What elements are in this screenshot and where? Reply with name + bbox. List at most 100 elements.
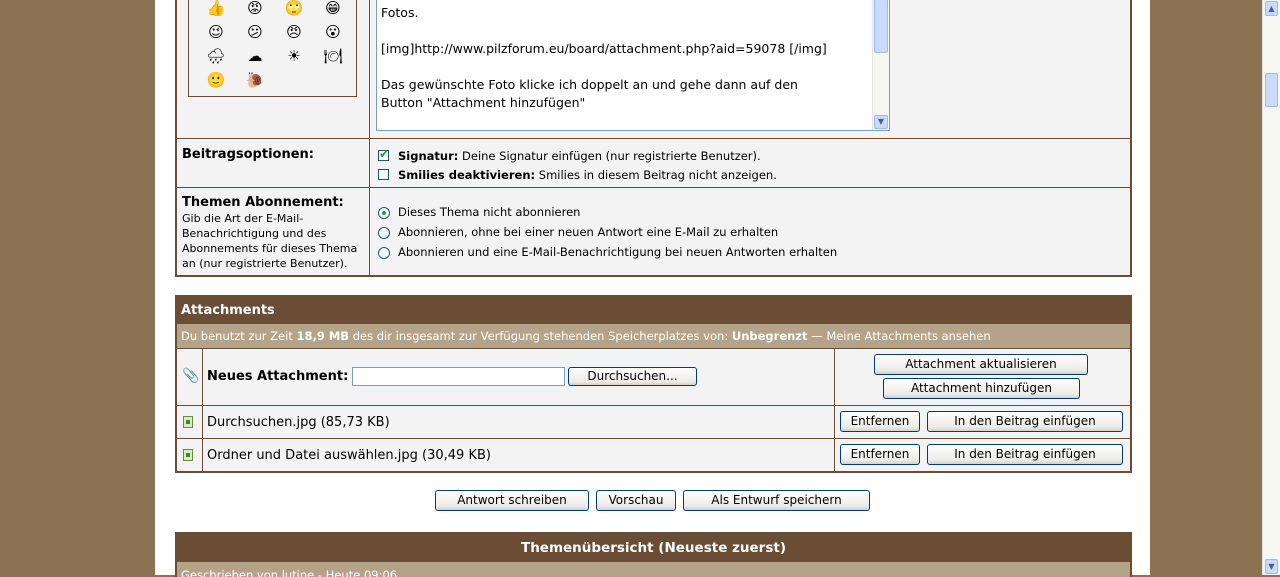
- attachments-info-pre: Du benutzt zur Zeit: [181, 329, 293, 343]
- subscription-label-cell: Themen Abonnement: Gib die Art der E-Mai…: [177, 188, 370, 276]
- confused-smiley-icon[interactable]: 😕: [245, 22, 265, 42]
- subscription-cell: Dieses Thema nicht abonnieren Abonnieren…: [370, 188, 1130, 276]
- chevron-down-icon[interactable]: ▼: [1265, 559, 1278, 574]
- file-name-cell: Ordner und Datei auswählen.jpg (30,49 KB…: [203, 439, 835, 471]
- message-line: Fotos.: [381, 5, 419, 20]
- plate-cutlery-icon[interactable]: 🍽: [323, 46, 343, 66]
- disable-smilies-checkbox[interactable]: [378, 169, 389, 180]
- add-attachment-button[interactable]: Attachment hinzufügen: [883, 378, 1080, 399]
- remove-attachment-button[interactable]: Entfernen: [840, 411, 920, 432]
- post-form-table: 👍 😡 🙄 😁 😉 😕 😠 😮 🌧 ☁ ☀ 🍽 🙂 🐌 Fotos. [img]http://www.pi…: [175, 0, 1132, 277]
- thumbs-up-smiley-icon[interactable]: 👍: [206, 0, 226, 18]
- subscription-description-line: Abonnements für dieses Thema: [182, 242, 358, 255]
- thread-overview-table: Themenübersicht (Neueste zuerst) Geschri…: [175, 532, 1132, 577]
- message-cell: Fotos. [img]http://www.pilzforum.eu/boar…: [370, 0, 1130, 138]
- rain-cloud-icon[interactable]: 🌧: [206, 46, 226, 66]
- attachments-table: Attachments Du benutzt zur Zeit 18,9 MB …: [175, 295, 1132, 473]
- file-icon-cell: [177, 406, 203, 438]
- paperclip-icon: 📎: [182, 368, 200, 384]
- smilies-box: 👍 😡 🙄 😁 😉 😕 😠 😮 🌧 ☁ ☀ 🍽 🙂 🐌: [188, 0, 357, 97]
- preview-button[interactable]: Vorschau: [596, 490, 676, 511]
- mad-smiley-icon[interactable]: 😠: [284, 22, 304, 42]
- message-scrollbar[interactable]: ▼: [872, 0, 889, 130]
- message-scroll-thumb[interactable]: [874, 0, 888, 53]
- subscription-description-line: Gib die Art der E-Mail-: [182, 212, 304, 225]
- attachments-info-sep: —: [811, 329, 823, 343]
- update-attachment-button[interactable]: Attachment aktualisieren: [874, 354, 1088, 375]
- subscription-description: Gib die Art der E-Mail- Benachrichtigung…: [182, 211, 357, 271]
- rolleyes-smiley-icon[interactable]: 🙄: [284, 0, 304, 18]
- attachment-row: Ordner und Datei auswählen.jpg (30,49 KB…: [177, 439, 1130, 471]
- surprised-smiley-icon[interactable]: 😮: [323, 22, 343, 42]
- new-attachment-cell: Neues Attachment: Durchsuchen...: [203, 349, 835, 405]
- cloud-icon[interactable]: ☁: [245, 46, 265, 66]
- subscription-radio-no-email[interactable]: [378, 227, 390, 239]
- sun-icon[interactable]: ☀: [284, 46, 304, 66]
- attachment-file-input[interactable]: [352, 367, 565, 386]
- subscription-option: Dieses Thema nicht abonnieren: [398, 205, 581, 219]
- post-options-label: Beitragsoptionen:: [182, 147, 314, 162]
- my-attachments-link[interactable]: Meine Attachments ansehen: [826, 329, 990, 343]
- attachments-info: Du benutzt zur Zeit 18,9 MB des dir insg…: [177, 324, 1130, 349]
- insert-attachment-button[interactable]: In den Beitrag einfügen: [927, 411, 1123, 432]
- message-line: Button "Attachment hinzufügen": [381, 95, 586, 110]
- window-scrollbar[interactable]: ▲ ▼: [1262, 0, 1280, 575]
- file-actions-cell: Entfernen In den Beitrag einfügen: [835, 406, 1130, 438]
- file-icon-cell: [177, 439, 203, 471]
- image-file-icon: [183, 449, 193, 461]
- attachments-limit: Unbegrenzt: [731, 329, 808, 343]
- signature-checkbox[interactable]: ✔: [378, 147, 390, 161]
- subscription-description-line: an (nur registrierte Benutzer).: [182, 257, 348, 270]
- attachment-row: Durchsuchen.jpg (85,73 KB) Entfernen In …: [177, 406, 1130, 439]
- angry-red-smiley-icon[interactable]: 😡: [245, 0, 265, 18]
- disable-smilies-option-text: Smilies in diesem Beitrag nicht anzeigen…: [538, 168, 777, 182]
- browse-button[interactable]: Durchsuchen...: [568, 367, 697, 386]
- new-attachment-actions: Attachment aktualisieren Attachment hinz…: [835, 349, 1130, 405]
- attachment-file-name[interactable]: Ordner und Datei auswählen.jpg (30,49 KB…: [207, 448, 491, 463]
- checkmark-icon: ✔: [379, 147, 390, 161]
- save-draft-button[interactable]: Als Entwurf speichern: [683, 490, 870, 511]
- insert-attachment-button[interactable]: In den Beitrag einfügen: [927, 444, 1123, 465]
- subscription-radio-email[interactable]: [378, 247, 390, 259]
- signature-option-bold: Signatur:: [398, 149, 459, 163]
- subscription-option: Abonnieren, ohne bei einer neuen Antwort…: [398, 225, 779, 239]
- attachments-info-mid: des dir insgesamt zur Verfügung stehende…: [352, 329, 729, 343]
- wink-smiley-icon[interactable]: 😉: [206, 22, 226, 42]
- subscription-option: Abonnieren und eine E-Mail-Benachrichtig…: [398, 245, 838, 259]
- reply-button[interactable]: Antwort schreiben: [435, 490, 589, 511]
- window-scroll-thumb[interactable]: [1265, 73, 1278, 107]
- paperclip-cell: 📎: [177, 349, 203, 405]
- snail-icon[interactable]: 🐌: [245, 70, 265, 90]
- figure-smiley-icon[interactable]: 🙂: [206, 70, 226, 90]
- chevron-down-icon[interactable]: ▼: [874, 115, 888, 129]
- post-options-label-cell: Beitragsoptionen:: [177, 139, 370, 188]
- attachments-used: 18,9 MB: [296, 329, 350, 343]
- signature-option-text: Deine Signatur einfügen (nur registriert…: [462, 149, 761, 163]
- attachments-title: Attachments: [181, 303, 275, 318]
- attachments-header: Attachments: [177, 297, 1130, 324]
- image-file-icon: [183, 416, 193, 428]
- file-name-cell: Durchsuchen.jpg (85,73 KB): [203, 406, 835, 438]
- subscription-radio-none[interactable]: [378, 207, 390, 219]
- file-actions-cell: Entfernen In den Beitrag einfügen: [835, 439, 1130, 471]
- grin-smiley-icon[interactable]: 😁: [323, 0, 343, 18]
- smilies-cell: 👍 😡 🙄 😁 😉 😕 😠 😮 🌧 ☁ ☀ 🍽 🙂 🐌: [177, 0, 370, 138]
- new-attachment-row: 📎 Neues Attachment: Durchsuchen... Attac…: [177, 349, 1130, 406]
- post-options-row: Beitragsoptionen: ✔ Signatur: Deine Sign…: [177, 138, 1130, 188]
- chevron-up-icon[interactable]: ▲: [1265, 1, 1278, 16]
- subscription-row: Themen Abonnement: Gib die Art der E-Mai…: [177, 187, 1130, 276]
- message-textarea[interactable]: Fotos. [img]http://www.pilzforum.eu/boar…: [376, 0, 890, 131]
- thread-overview-header: Themenübersicht (Neueste zuerst): [177, 534, 1130, 562]
- signature-option: Signatur: Deine Signatur einfügen (nur r…: [398, 149, 761, 163]
- post-options-cell: ✔ Signatur: Deine Signatur einfügen (nur…: [370, 139, 1130, 188]
- message-line: Das gewünschte Foto klicke ich doppelt a…: [381, 77, 798, 92]
- subscription-label: Themen Abonnement:: [182, 195, 344, 210]
- subscription-description-line: Benachrichtigung und des: [182, 227, 327, 240]
- disable-smilies-option: Smilies deaktivieren: Smilies in diesem …: [398, 168, 777, 182]
- remove-attachment-button[interactable]: Entfernen: [840, 444, 920, 465]
- message-line: [img]http://www.pilzforum.eu/board/attac…: [381, 41, 827, 56]
- message-row: 👍 😡 🙄 😁 😉 😕 😠 😮 🌧 ☁ ☀ 🍽 🙂 🐌 Fotos. [img]http://www.pi…: [177, 0, 1130, 138]
- attachment-file-name[interactable]: Durchsuchen.jpg (85,73 KB): [207, 415, 390, 430]
- radio-dot-icon: [382, 211, 386, 215]
- disable-smilies-option-bold: Smilies deaktivieren:: [398, 168, 536, 182]
